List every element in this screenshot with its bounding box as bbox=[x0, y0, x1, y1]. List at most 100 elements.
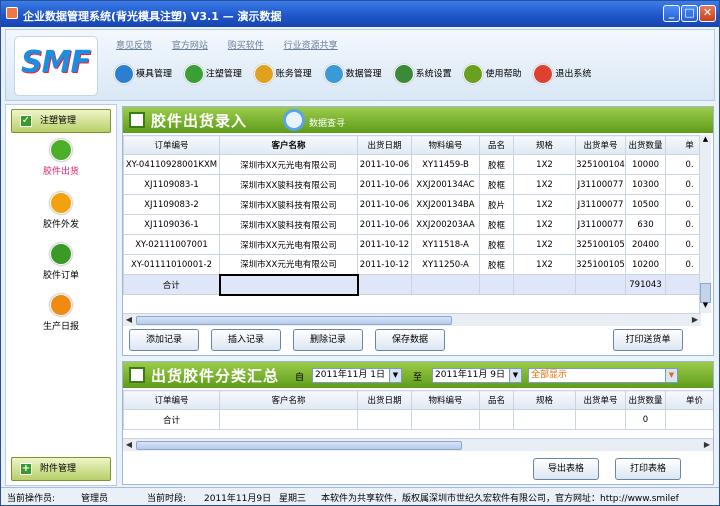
table-cell[interactable]: XY11518-A bbox=[411, 234, 480, 255]
menu-injection[interactable]: 注塑管理 bbox=[183, 64, 242, 84]
table-cell[interactable]: 2011-10-12 bbox=[357, 254, 412, 275]
link-website[interactable]: 官方网站 bbox=[172, 38, 208, 51]
table-cell[interactable] bbox=[665, 409, 713, 430]
sidebar-attachment-button[interactable]: + 附件管理 bbox=[11, 457, 111, 481]
table-cell[interactable] bbox=[479, 409, 514, 430]
date-from-picker[interactable]: 2011年11月 1日 ▼ bbox=[312, 368, 402, 383]
table-cell[interactable]: 10200 bbox=[625, 254, 666, 275]
table-cell[interactable] bbox=[513, 409, 576, 430]
export-table-button[interactable]: 导出表格 bbox=[533, 458, 599, 480]
table-row[interactable]: XY-01111010001-2 深圳市XX元光电有限公司 2011-10-12 XY… bbox=[123, 254, 701, 275]
table-cell[interactable]: 胶框 bbox=[479, 214, 514, 235]
sidebar-item-orders[interactable]: 胶件订单 bbox=[6, 243, 116, 281]
search-icon[interactable] bbox=[283, 109, 305, 131]
chevron-down-icon[interactable]: ▼ bbox=[389, 369, 401, 382]
table-cell[interactable]: 0. bbox=[665, 234, 701, 255]
scroll-thumb[interactable] bbox=[136, 316, 452, 325]
table-cell[interactable]: 胶框 bbox=[479, 174, 514, 195]
table-cell[interactable]: XY11459-B bbox=[411, 154, 480, 175]
table-cell[interactable]: 深圳市XX元光电有限公司 bbox=[219, 234, 358, 255]
table-cell[interactable]: 深圳市XX元光电有限公司 bbox=[219, 254, 358, 275]
table-cell[interactable]: 0. bbox=[665, 174, 701, 195]
menu-data[interactable]: 数据管理 bbox=[323, 64, 382, 84]
entry-vertical-scrollbar[interactable]: ▲ ▼ bbox=[699, 135, 711, 313]
active-cell-editor[interactable] bbox=[218, 273, 359, 296]
table-cell[interactable] bbox=[575, 409, 626, 430]
menu-mold[interactable]: 模具管理 bbox=[114, 64, 172, 84]
link-resources[interactable]: 行业资源共享 bbox=[284, 38, 338, 51]
insert-record-button[interactable]: 插入记录 bbox=[211, 329, 281, 351]
link-feedback[interactable]: 意见反馈 bbox=[116, 38, 152, 51]
table-cell[interactable]: 胶框 bbox=[479, 234, 514, 255]
sidebar-injection-button[interactable]: ✓ 注塑管理 bbox=[11, 109, 111, 133]
table-cell[interactable]: 1X2 bbox=[513, 214, 576, 235]
table-cell[interactable]: 0. bbox=[665, 154, 701, 175]
table-row[interactable]: XY-04110928001KXM 深圳市XX元光电有限公司 2011-10-06 X… bbox=[123, 154, 701, 175]
delete-record-button[interactable]: 删除记录 bbox=[293, 329, 363, 351]
entry-horizontal-scrollbar[interactable]: ◀ ▶ bbox=[123, 313, 701, 326]
table-cell[interactable]: J31100077 bbox=[575, 174, 626, 195]
table-cell[interactable] bbox=[411, 409, 480, 430]
table-cell[interactable]: 2011-10-06 bbox=[357, 154, 412, 175]
table-cell[interactable]: 10500 bbox=[625, 194, 666, 215]
table-cell[interactable]: 10300 bbox=[625, 174, 666, 195]
menu-exit[interactable]: 退出系统 bbox=[533, 64, 591, 84]
table-cell[interactable]: 胶框 bbox=[479, 154, 514, 175]
table-cell[interactable]: 2011-10-06 bbox=[357, 214, 412, 235]
print-delivery-note-button[interactable]: 打印送货单 bbox=[613, 329, 683, 351]
summary-horizontal-scrollbar[interactable]: ◀ ▶ bbox=[123, 438, 713, 451]
table-row[interactable]: XJ1109036-1 深圳市XX骏科技有限公司 2011-10-06 XXJ2002… bbox=[123, 214, 701, 235]
table-cell[interactable]: 2011-10-06 bbox=[357, 194, 412, 215]
sidebar-item-daily-report[interactable]: 生产日报 bbox=[6, 294, 116, 332]
table-row[interactable]: XJ1109083-2 深圳市XX骏科技有限公司 2011-10-06 XXJ2001… bbox=[123, 194, 701, 215]
table-cell[interactable]: J31100077 bbox=[575, 214, 626, 235]
table-cell[interactable]: XY-02111007001 bbox=[123, 234, 220, 255]
table-cell[interactable]: 20400 bbox=[625, 234, 666, 255]
menu-settings[interactable]: 系统设置 bbox=[393, 64, 452, 84]
date-to-picker[interactable]: 2011年11月 9日 ▼ bbox=[432, 368, 522, 383]
table-cell[interactable]: XY-04110928001KXM bbox=[123, 154, 220, 175]
save-data-button[interactable]: 保存数据 bbox=[375, 329, 445, 351]
chevron-down-icon[interactable]: ▼ bbox=[509, 369, 521, 382]
search-label[interactable]: 数据查寻 bbox=[309, 116, 345, 129]
table-cell[interactable]: 胶框 bbox=[479, 254, 514, 275]
table-cell[interactable]: 1X2 bbox=[513, 234, 576, 255]
filter-select[interactable]: 全部显示 ▼ bbox=[528, 368, 678, 383]
table-cell[interactable]: 1X2 bbox=[513, 254, 576, 275]
table-cell[interactable]: 胶片 bbox=[479, 194, 514, 215]
table-cell[interactable] bbox=[219, 409, 358, 430]
table-cell[interactable]: 深圳市XX骏科技有限公司 bbox=[219, 174, 358, 195]
table-cell[interactable]: 325100105 bbox=[575, 254, 626, 275]
print-table-button[interactable]: 打印表格 bbox=[615, 458, 681, 480]
table-cell[interactable]: 0. bbox=[665, 254, 701, 275]
table-cell[interactable]: XY11250-A bbox=[411, 254, 480, 275]
minimize-button[interactable]: _ bbox=[663, 5, 680, 22]
table-cell[interactable]: 深圳市XX元光电有限公司 bbox=[219, 154, 358, 175]
add-record-button[interactable]: 添加记录 bbox=[129, 329, 199, 351]
table-cell[interactable]: XXJ200134AC bbox=[411, 174, 480, 195]
table-cell[interactable]: 325100104 bbox=[575, 154, 626, 175]
scroll-thumb[interactable] bbox=[700, 283, 711, 303]
table-cell[interactable]: XXJ200134BA bbox=[411, 194, 480, 215]
table-cell[interactable]: 2011-10-06 bbox=[357, 174, 412, 195]
sidebar-item-shipment[interactable]: 胶件出货 bbox=[6, 139, 116, 177]
chevron-down-icon[interactable]: ▼ bbox=[665, 369, 677, 382]
table-cell[interactable]: 10000 bbox=[625, 154, 666, 175]
table-cell[interactable]: XY-01111010001-2 bbox=[123, 254, 220, 275]
menu-accounts[interactable]: 账务管理 bbox=[253, 64, 312, 84]
table-cell[interactable]: 2011-10-12 bbox=[357, 234, 412, 255]
sidebar-item-outsourcing[interactable]: 胶件外发 bbox=[6, 192, 116, 230]
table-row[interactable]: XY-02111007001 深圳市XX元光电有限公司 2011-10-12 XY11… bbox=[123, 234, 701, 255]
link-buy[interactable]: 购买软件 bbox=[228, 38, 264, 51]
table-cell[interactable]: XJ1109083-1 bbox=[123, 174, 220, 195]
table-cell[interactable]: XJ1109083-2 bbox=[123, 194, 220, 215]
menu-help[interactable]: 使用帮助 bbox=[463, 64, 521, 84]
table-cell[interactable]: 630 bbox=[625, 214, 666, 235]
table-cell[interactable]: XJ1109036-1 bbox=[123, 214, 220, 235]
maximize-button[interactable]: □ bbox=[681, 5, 698, 22]
table-cell[interactable]: 深圳市XX骏科技有限公司 bbox=[219, 214, 358, 235]
table-cell[interactable]: 深圳市XX骏科技有限公司 bbox=[219, 194, 358, 215]
table-cell[interactable] bbox=[357, 409, 412, 430]
table-cell[interactable]: 0. bbox=[665, 194, 701, 215]
table-cell[interactable]: 325100105 bbox=[575, 234, 626, 255]
